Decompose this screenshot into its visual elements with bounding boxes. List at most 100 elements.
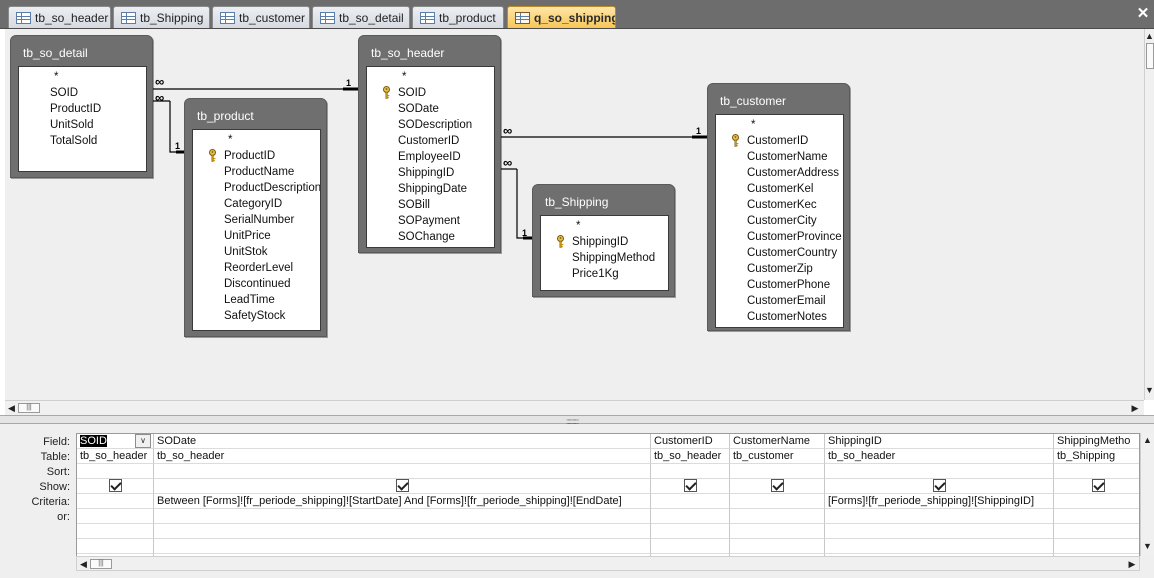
field-item[interactable]: CustomerAddress (747, 165, 839, 181)
scroll-thumb[interactable]: ||| (18, 403, 40, 413)
grid-cell-empty[interactable] (1054, 539, 1139, 554)
table-box-tb-so-detail[interactable]: tb_so_detail * SOID ProductID UnitSold Total… (10, 35, 153, 178)
field-item[interactable]: ProductName (224, 164, 294, 180)
show-checkbox[interactable] (770, 479, 784, 492)
grid-cell-show[interactable] (1054, 479, 1139, 494)
grid-cell-empty[interactable] (77, 524, 154, 539)
grid-cell-sort[interactable] (825, 464, 1054, 479)
tab-tb-shipping[interactable]: tb_Shipping (113, 6, 210, 28)
table-box-tb-product[interactable]: tb_product * ProductID ProductName ProductD… (184, 98, 327, 337)
scroll-right-icon[interactable]: ▶ (1129, 401, 1141, 415)
field-item[interactable]: SODate (398, 101, 439, 117)
field-item[interactable]: CustomerKel (747, 181, 813, 197)
field-item[interactable]: ProductDescription (224, 180, 320, 196)
grid-cell-show[interactable] (825, 479, 1054, 494)
field-item[interactable]: CustomerKec (747, 197, 817, 213)
field-item[interactable]: CustomerProvince (747, 229, 842, 245)
grid-cell-empty[interactable] (651, 539, 730, 554)
show-checkbox[interactable] (1092, 479, 1105, 492)
field-item[interactable]: ShippingMethod (572, 250, 655, 266)
field-item[interactable]: ShippingDate (398, 181, 467, 197)
grid-cell-empty[interactable] (730, 539, 825, 554)
tab-q-so-shipping[interactable]: q_so_shipping (507, 6, 616, 28)
scroll-thumb[interactable]: ||| (90, 559, 112, 569)
chevron-down-icon[interactable]: ∨ (135, 434, 151, 448)
grid-cell-sort[interactable] (77, 464, 154, 479)
grid-cell-table[interactable]: tb_customer (730, 449, 825, 464)
grid-cell-or[interactable] (651, 509, 730, 524)
grid-cell-sort[interactable] (730, 464, 825, 479)
grid-cell-or[interactable] (825, 509, 1054, 524)
all-fields-item[interactable]: * (402, 69, 406, 85)
scroll-left-icon[interactable]: ◀ (78, 557, 89, 571)
grid-cell-show[interactable] (154, 479, 651, 494)
canvas-horizontal-scrollbar[interactable]: ◀ ||| ▶ (5, 400, 1144, 415)
grid-cell-empty[interactable] (154, 524, 651, 539)
field-item[interactable]: Discontinued (224, 276, 290, 292)
pane-splitter[interactable]: :::::::::: (0, 415, 1154, 426)
field-list[interactable]: * SOID ProductID UnitSold TotalSold (18, 66, 147, 172)
grid-cell-criteria[interactable] (651, 494, 730, 509)
field-item[interactable]: SOBill (398, 197, 430, 213)
scroll-right-icon[interactable]: ▶ (1126, 557, 1138, 571)
grid-cell-empty[interactable] (77, 539, 154, 554)
field-item[interactable]: UnitSold (50, 117, 93, 133)
scroll-up-icon[interactable]: ▲ (1141, 433, 1154, 447)
grid-cell-empty[interactable] (1054, 524, 1139, 539)
scroll-thumb[interactable] (1146, 43, 1154, 69)
field-list[interactable]: * SOID SODate SODescription CustomerID Employ… (366, 66, 495, 248)
field-item[interactable]: CustomerCity (747, 213, 817, 229)
field-item[interactable]: ShippingID (398, 165, 454, 181)
grid-cell-empty[interactable] (154, 539, 651, 554)
all-fields-item[interactable]: * (54, 69, 58, 85)
grid-cell-show[interactable] (651, 479, 730, 494)
grid-cell-table[interactable]: tb_so_header (651, 449, 730, 464)
grid-cell-sort[interactable] (1054, 464, 1139, 479)
field-item[interactable]: ProductID (50, 101, 101, 117)
field-item[interactable]: CustomerName (747, 149, 828, 165)
grid-cell-sort[interactable] (154, 464, 651, 479)
grid-cell-criteria[interactable]: Between [Forms]![fr_periode_shipping]![S… (154, 494, 651, 509)
scroll-down-icon[interactable]: ▼ (1145, 383, 1154, 397)
grid-cell-criteria[interactable]: [Forms]![fr_periode_shipping]![ShippingI… (825, 494, 1054, 509)
field-list[interactable]: * CustomerID CustomerName CustomerAddress Cu… (715, 114, 844, 328)
all-fields-item[interactable]: * (576, 218, 580, 234)
grid-cell-empty[interactable] (730, 524, 825, 539)
field-item[interactable]: ReorderLevel (224, 260, 293, 276)
table-box-tb-customer[interactable]: tb_customer * CustomerID CustomerName Custo… (707, 83, 850, 331)
grid-cell-or[interactable] (154, 509, 651, 524)
field-item[interactable]: SOPayment (398, 213, 460, 229)
grid-cell-field[interactable]: CustomerID (651, 434, 730, 449)
grid-cell-field[interactable]: ShippingMetho (1054, 434, 1139, 449)
tab-tb-customer[interactable]: tb_customer (212, 6, 310, 28)
field-item[interactable]: UnitStok (224, 244, 267, 260)
grid-cell-table[interactable]: tb_so_header (825, 449, 1054, 464)
grid-cell-empty[interactable] (651, 524, 730, 539)
grid-cell-show[interactable] (730, 479, 825, 494)
field-item[interactable]: CustomerCountry (747, 245, 837, 261)
field-item[interactable]: Price1Kg (572, 266, 619, 282)
tab-tb-so-header[interactable]: tb_so_header (8, 6, 111, 28)
grid-cell-criteria[interactable] (77, 494, 154, 509)
tab-tb-so-detail[interactable]: tb_so_detail (312, 6, 410, 28)
table-box-tb-shipping[interactable]: tb_Shipping * ShippingID ShippingMethod Pri… (532, 184, 675, 297)
field-item[interactable]: CustomerZip (747, 261, 813, 277)
primary-key-field[interactable]: ShippingID (556, 234, 628, 250)
field-item[interactable]: SerialNumber (224, 212, 294, 228)
grid-cell-criteria[interactable] (730, 494, 825, 509)
grid-cell-table[interactable]: tb_so_header (77, 449, 154, 464)
table-box-tb-so-header[interactable]: tb_so_header * SOID SODate SODescription Cus… (358, 35, 501, 253)
field-item[interactable]: CustomerPhone (747, 277, 830, 293)
field-item[interactable]: CustomerNotes (747, 309, 827, 325)
grid-cell-empty[interactable] (825, 539, 1054, 554)
field-item[interactable]: SOChange (398, 229, 455, 245)
canvas-vertical-scrollbar[interactable]: ▲ ▼ (1144, 29, 1154, 400)
grid-cell-field[interactable]: SOID ∨ (77, 434, 154, 449)
show-checkbox[interactable] (108, 479, 122, 492)
close-icon[interactable]: ✕ (1134, 4, 1152, 24)
all-fields-item[interactable]: * (751, 117, 755, 133)
field-item[interactable]: CategoryID (224, 196, 282, 212)
field-item[interactable]: UnitPrice (224, 228, 271, 244)
grid-cell-or[interactable] (730, 509, 825, 524)
tab-tb-product[interactable]: tb_product (412, 6, 504, 28)
